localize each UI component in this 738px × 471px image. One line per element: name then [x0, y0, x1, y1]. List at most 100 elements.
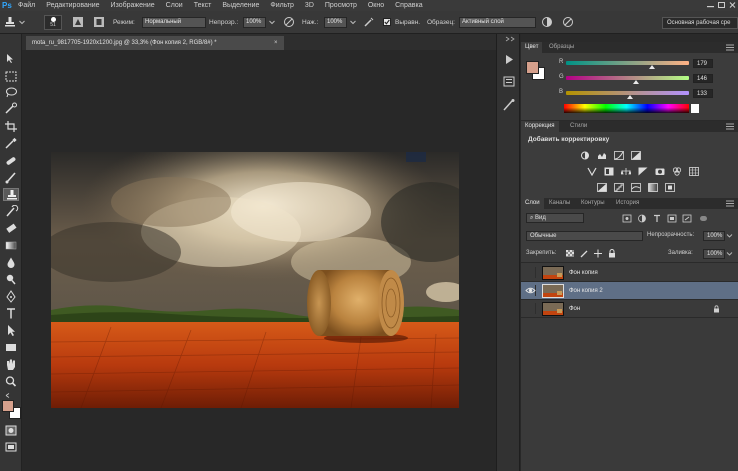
color-balance-icon[interactable] — [621, 167, 631, 176]
quick-selection-tool[interactable] — [3, 102, 19, 115]
hand-tool[interactable] — [3, 358, 19, 371]
tab-channels[interactable]: Каналы — [545, 198, 574, 209]
blue-value-input[interactable]: 133 — [693, 89, 713, 98]
channel-mixer-icon[interactable] — [672, 167, 682, 176]
menu-layers[interactable]: Слои — [166, 0, 183, 11]
lock-position-icon[interactable] — [593, 249, 603, 258]
lock-all-icon[interactable] — [607, 249, 617, 258]
dodge-tool[interactable] — [3, 273, 19, 286]
lock-image-pixels-icon[interactable] — [579, 249, 589, 258]
green-value-input[interactable]: 146 — [693, 74, 713, 83]
red-value-input[interactable]: 179 — [693, 59, 713, 68]
document-tab[interactable]: mota_ru_9817705-1920x1200.jpg @ 33,3% (Ф… — [26, 36, 284, 50]
type-tool[interactable] — [3, 307, 19, 320]
brush-presets-panel-icon[interactable] — [501, 98, 517, 113]
filter-type-icon[interactable] — [652, 214, 662, 223]
layer-row[interactable]: Фон копия — [521, 264, 738, 282]
photo-filter-icon[interactable] — [655, 167, 665, 176]
layer-filter-select[interactable]: ⌕ Вид — [526, 213, 584, 223]
layer-visibility-toggle[interactable] — [525, 303, 536, 314]
layers-menu-icon[interactable] — [726, 200, 734, 207]
eraser-tool[interactable] — [3, 222, 19, 235]
menu-image[interactable]: Изображение — [111, 0, 155, 11]
fill-slider-chevron-icon[interactable] — [726, 249, 733, 258]
lasso-tool[interactable] — [3, 86, 19, 99]
screen-mode-button[interactable] — [3, 441, 19, 454]
adjustments-menu-icon[interactable] — [726, 123, 734, 130]
pressure-size-icon[interactable] — [562, 16, 574, 28]
play-actions-icon[interactable] — [501, 52, 517, 67]
tab-history[interactable]: История — [612, 198, 643, 209]
red-slider-track[interactable] — [566, 61, 689, 65]
menu-filter[interactable]: Фильтр — [270, 0, 294, 11]
brush-preset-picker[interactable]: 51 — [44, 15, 62, 30]
opacity-input[interactable]: 100% — [243, 17, 266, 28]
posterize-icon[interactable] — [614, 183, 624, 192]
gradient-map-icon[interactable] — [648, 183, 658, 192]
selective-color-icon[interactable] — [665, 183, 675, 192]
layer-row[interactable]: Фон — [521, 300, 738, 318]
mode-select[interactable]: Нормальный — [142, 17, 206, 28]
white-swatch[interactable] — [691, 104, 699, 113]
curves-icon[interactable] — [614, 151, 624, 160]
menu-type[interactable]: Текст — [194, 0, 212, 11]
tab-adjustments[interactable]: Коррекция — [521, 121, 559, 132]
brush-panel-icon[interactable] — [72, 16, 84, 28]
sample-select[interactable]: Активный слой — [459, 17, 536, 28]
color-lookup-icon[interactable] — [689, 167, 699, 176]
menu-view[interactable]: Просмотр — [325, 0, 357, 11]
maximize-icon[interactable] — [717, 1, 726, 9]
swap-colors-button[interactable] — [3, 389, 19, 398]
opacity-slider-chevron-icon[interactable] — [726, 231, 733, 240]
clone-stamp-tool[interactable] — [3, 188, 19, 201]
history-brush-tool[interactable] — [3, 204, 19, 218]
tab-layers[interactable]: Слои — [521, 198, 544, 209]
marquee-tool[interactable] — [3, 70, 19, 83]
close-icon[interactable] — [728, 1, 737, 9]
levels-icon[interactable] — [597, 151, 607, 160]
pressure-opacity-icon[interactable] — [283, 16, 295, 28]
menu-file[interactable]: Файл — [18, 0, 35, 11]
airbrush-icon[interactable] — [363, 16, 375, 28]
tab-swatches[interactable]: Образцы — [545, 42, 578, 53]
menu-window[interactable]: Окно — [368, 0, 384, 11]
fill-input[interactable]: 100% — [703, 249, 725, 259]
green-slider-thumb[interactable] — [633, 80, 640, 84]
color-spectrum-ramp[interactable] — [564, 104, 689, 113]
filter-shape-icon[interactable] — [667, 214, 677, 223]
menu-select[interactable]: Выделение — [222, 0, 259, 11]
flow-chevron-icon[interactable] — [349, 16, 357, 28]
hue-saturation-icon[interactable] — [604, 167, 614, 176]
move-tool[interactable] — [3, 52, 19, 65]
invert-icon[interactable] — [597, 183, 607, 192]
layer-opacity-input[interactable]: 100% — [703, 231, 725, 241]
vibrance-icon[interactable] — [587, 167, 597, 176]
ignore-adjustment-layers-icon[interactable] — [541, 16, 553, 28]
threshold-icon[interactable] — [631, 183, 641, 192]
tab-paths[interactable]: Контуры — [577, 198, 609, 209]
layer-row-selected[interactable]: Фон копия 2 — [521, 282, 738, 300]
exposure-icon[interactable] — [631, 151, 641, 160]
workspace-switcher[interactable]: Основная рабочая сре — [662, 17, 738, 29]
zoom-tool[interactable] — [3, 375, 19, 388]
blue-slider-thumb[interactable] — [626, 95, 633, 99]
filter-smart-object-icon[interactable] — [682, 214, 692, 223]
canvas-area[interactable] — [22, 50, 496, 471]
crop-tool[interactable] — [3, 120, 19, 133]
green-slider-track[interactable] — [566, 76, 689, 80]
brush-tool[interactable] — [3, 171, 19, 184]
tab-color[interactable]: Цвет — [521, 42, 543, 53]
layer-visibility-toggle[interactable] — [525, 267, 536, 278]
minimize-icon[interactable] — [706, 1, 715, 9]
aligned-checkbox[interactable] — [383, 18, 391, 26]
panel-menu-icon[interactable] — [726, 44, 734, 51]
document-image[interactable] — [51, 152, 459, 408]
layer-visibility-toggle[interactable] — [525, 285, 536, 296]
lock-transparent-pixels-icon[interactable] — [565, 249, 575, 258]
filter-toggle-switch[interactable] — [700, 216, 707, 221]
foreground-color-swatch[interactable] — [2, 400, 14, 412]
black-white-icon[interactable] — [638, 167, 648, 176]
collapse-dock-icon[interactable] — [501, 36, 517, 42]
quick-mask-button[interactable] — [3, 424, 19, 437]
healing-brush-tool[interactable] — [3, 154, 19, 167]
